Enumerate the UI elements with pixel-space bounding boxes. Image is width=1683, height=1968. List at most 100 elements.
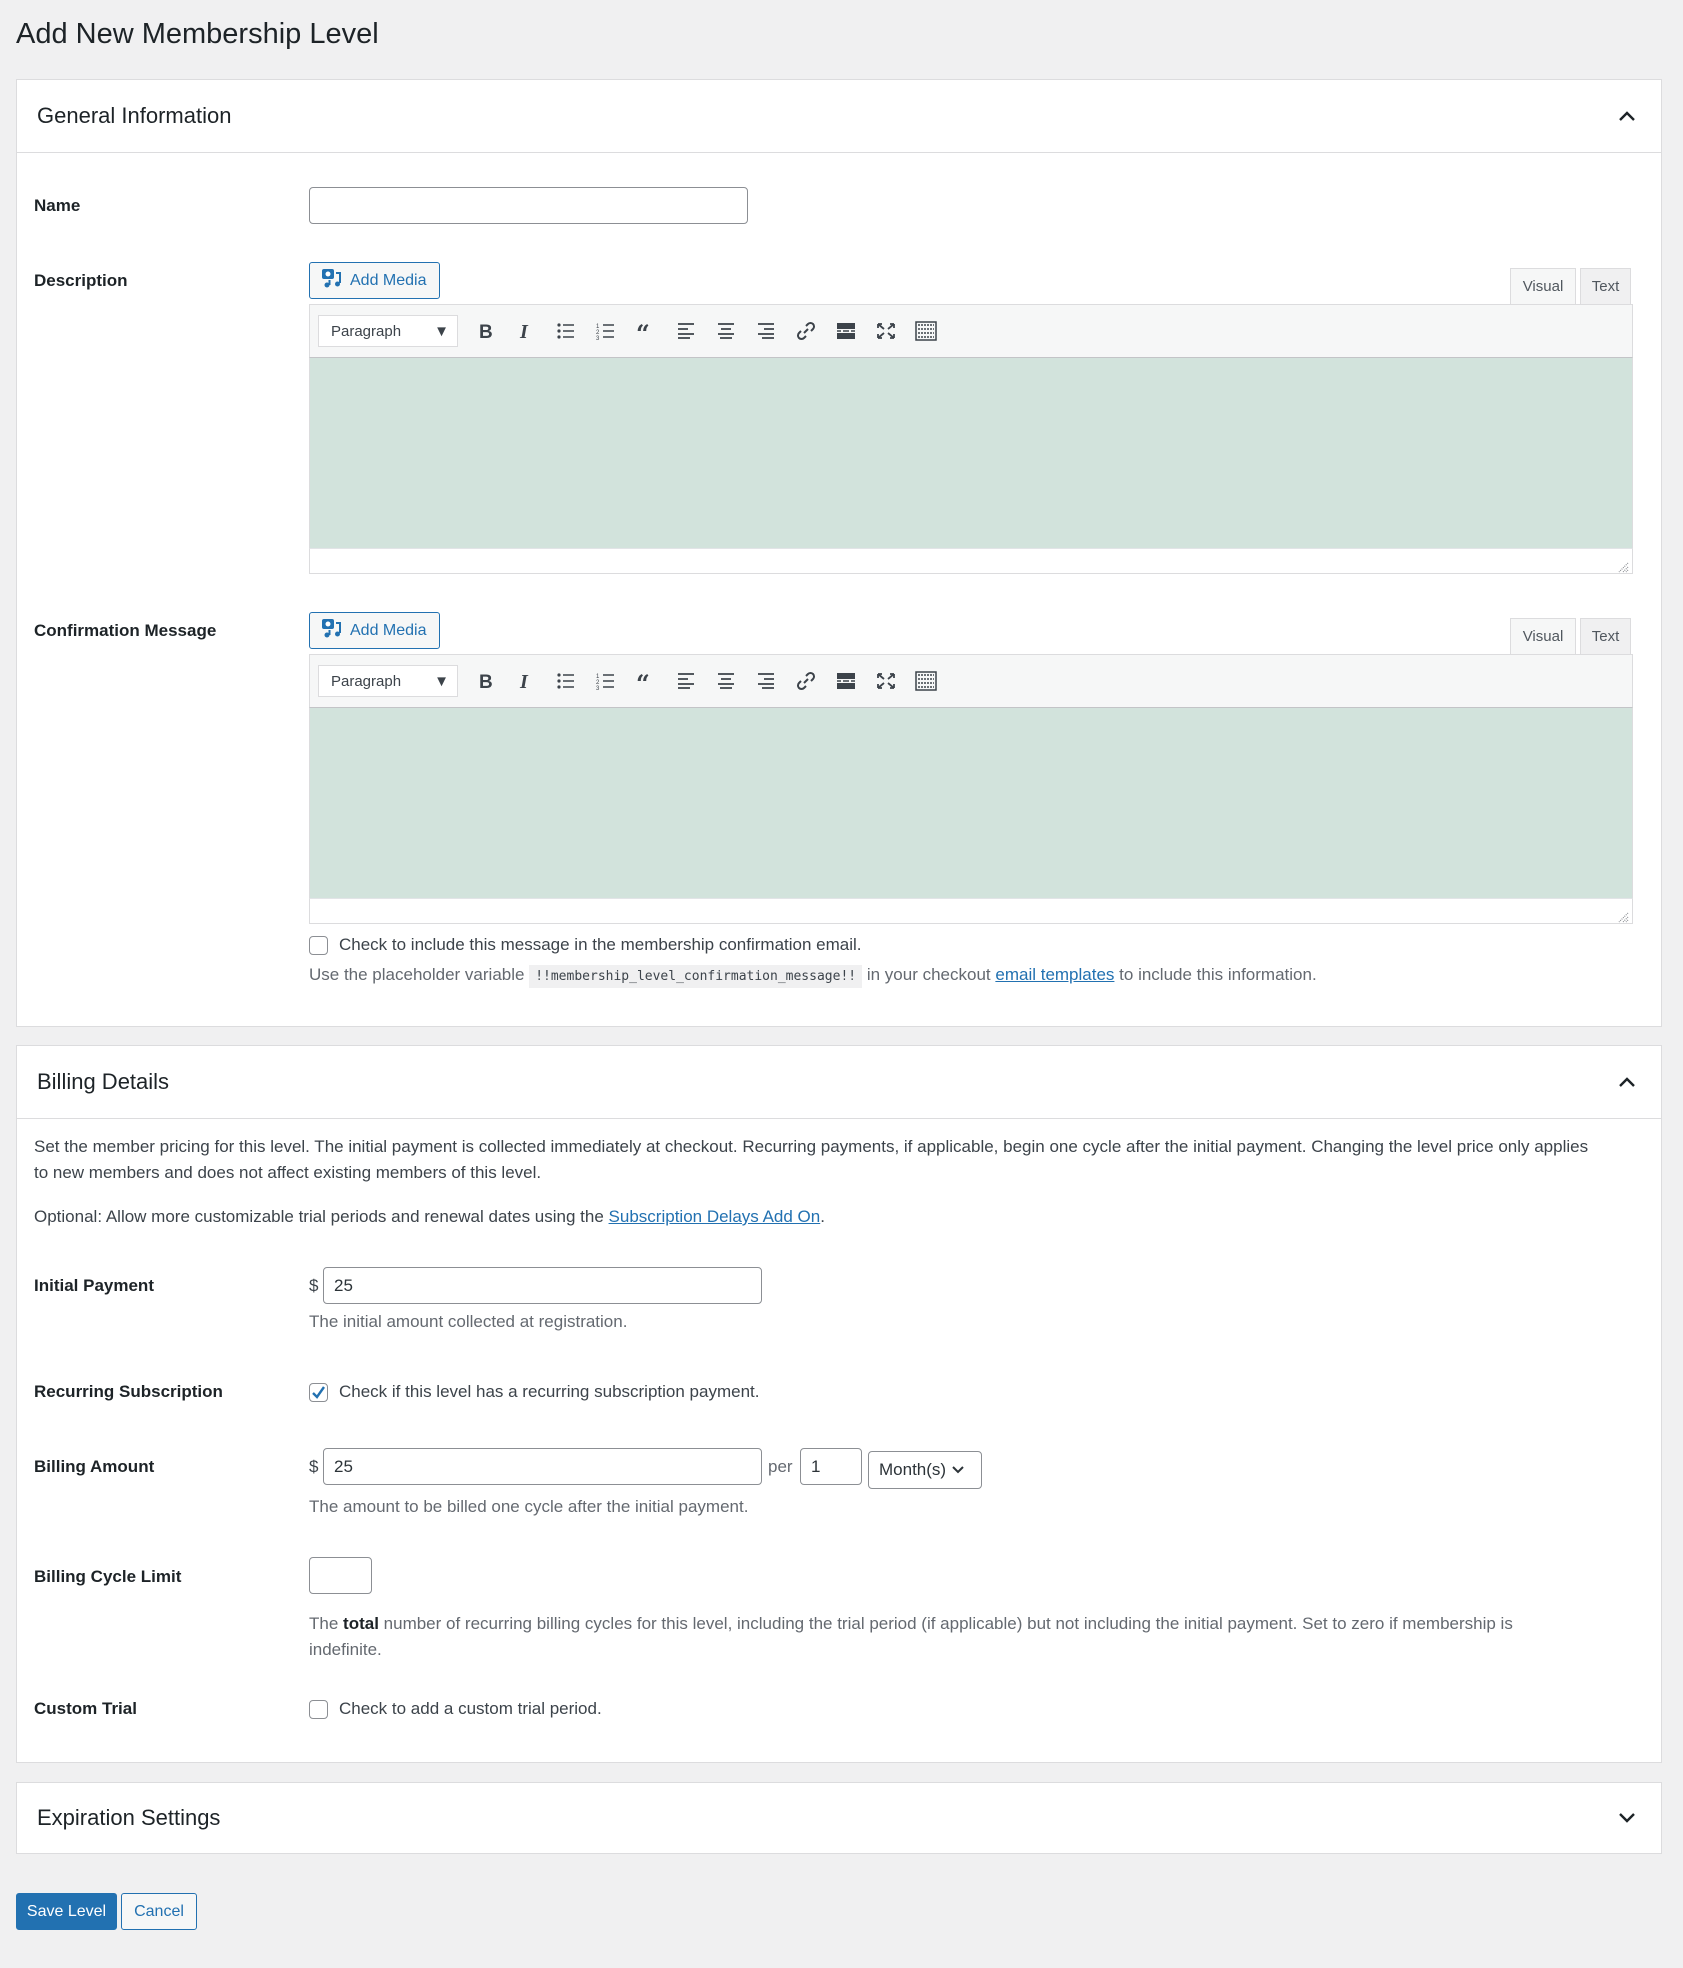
- billing-intro-line1: Set the member pricing for this level. T…: [34, 1137, 1589, 1156]
- format-select-value: Paragraph: [331, 322, 402, 340]
- svg-text:I: I: [519, 671, 529, 691]
- recurring-subscription-checkbox[interactable]: [309, 1383, 328, 1402]
- cycle-limit-desc-line2: indefinite.: [309, 1640, 382, 1659]
- placeholder-hint-middle: in your checkout: [866, 965, 991, 984]
- cancel-button[interactable]: Cancel: [121, 1893, 197, 1930]
- caret-down-icon: ▼: [434, 672, 449, 690]
- general-information-header[interactable]: General Information: [17, 80, 1661, 153]
- italic-icon[interactable]: I: [506, 314, 546, 348]
- general-information-panel: General Information Name Description Add…: [16, 79, 1662, 1027]
- initial-payment-label: Initial Payment: [34, 1276, 154, 1295]
- svg-text:B: B: [479, 322, 493, 341]
- billing-details-panel: Billing Details Set the member pricing f…: [16, 1045, 1662, 1763]
- general-information-title: General Information: [37, 103, 232, 128]
- billing-amount-description: The amount to be billed one cycle after …: [309, 1497, 749, 1516]
- bold-icon[interactable]: B: [466, 664, 506, 698]
- cycle-limit-desc-line1: number of recurring billing cycles for t…: [383, 1614, 1513, 1633]
- align-right-icon[interactable]: [746, 664, 786, 698]
- chevron-up-icon[interactable]: [1613, 102, 1641, 130]
- italic-icon[interactable]: I: [506, 664, 546, 698]
- billing-amount-input[interactable]: [323, 1448, 762, 1485]
- custom-trial-checkbox-label: Check to add a custom trial period.: [339, 1699, 602, 1718]
- chevron-down-icon: [952, 1466, 964, 1474]
- resize-handle-icon[interactable]: [1617, 558, 1629, 573]
- svg-text:“: “: [636, 322, 650, 340]
- cycle-number-input[interactable]: [800, 1448, 862, 1485]
- bulleted-list-icon[interactable]: [546, 664, 586, 698]
- billing-intro-line2: to new members and does not affect exist…: [34, 1163, 542, 1182]
- add-media-label: Add Media: [350, 271, 427, 289]
- optional-note-prefix: Optional: Allow more customizable trial …: [34, 1207, 604, 1226]
- expiration-settings-title: Expiration Settings: [37, 1805, 221, 1830]
- align-left-icon[interactable]: [666, 664, 706, 698]
- tab-text-confirmation[interactable]: Text: [1580, 618, 1631, 654]
- format-select[interactable]: Paragraph ▼: [318, 665, 458, 697]
- numbered-list-icon[interactable]: 123: [586, 314, 626, 348]
- description-editor[interactable]: [309, 358, 1633, 548]
- subscription-delays-link[interactable]: Subscription Delays Add On: [609, 1207, 821, 1226]
- optional-note-suffix: .: [820, 1207, 825, 1226]
- toolbar-toggle-icon[interactable]: [906, 314, 946, 348]
- placeholder-variable-code: !!membership_level_confirmation_message!…: [529, 965, 863, 988]
- confirmation-email-checkbox[interactable]: [309, 936, 328, 955]
- chevron-up-icon[interactable]: [1613, 1068, 1641, 1096]
- save-level-button[interactable]: Save Level: [16, 1893, 117, 1930]
- numbered-list-icon[interactable]: 123: [586, 664, 626, 698]
- link-icon[interactable]: [786, 664, 826, 698]
- expiration-settings-header[interactable]: Expiration Settings: [17, 1783, 1661, 1853]
- description-editor-status: [309, 548, 1633, 574]
- checkmark-icon: [312, 1386, 325, 1399]
- initial-payment-input[interactable]: [323, 1267, 762, 1304]
- email-templates-link[interactable]: email templates: [995, 965, 1114, 984]
- add-media-button-confirmation[interactable]: Add Media: [309, 612, 440, 649]
- caret-down-icon: ▼: [434, 322, 449, 340]
- link-icon[interactable]: [786, 314, 826, 348]
- description-toolbar: Paragraph ▼ B I 123 “: [309, 304, 1633, 358]
- billing-optional-note: Optional: Allow more customizable trial …: [34, 1207, 825, 1227]
- custom-trial-label: Custom Trial: [34, 1699, 137, 1718]
- blockquote-icon[interactable]: “: [626, 314, 666, 348]
- tab-visual[interactable]: Visual: [1510, 268, 1576, 304]
- svg-text:I: I: [519, 321, 529, 341]
- tab-visual-confirmation[interactable]: Visual: [1510, 618, 1576, 654]
- billing-details-header[interactable]: Billing Details: [17, 1046, 1661, 1119]
- align-center-icon[interactable]: [706, 664, 746, 698]
- placeholder-hint-prefix: Use the placeholder variable: [309, 965, 525, 984]
- page-title: Add New Membership Level: [16, 18, 379, 50]
- cycle-period-select[interactable]: Month(s): [868, 1451, 982, 1489]
- confirmation-toolbar: Paragraph ▼ B I 123 “: [309, 654, 1633, 708]
- svg-text:“: “: [636, 672, 650, 690]
- read-more-icon[interactable]: [826, 664, 866, 698]
- blockquote-icon[interactable]: “: [626, 664, 666, 698]
- media-icon: [321, 267, 343, 294]
- confirmation-editor-status: [309, 898, 1633, 924]
- align-left-icon[interactable]: [666, 314, 706, 348]
- billing-details-title: Billing Details: [37, 1069, 170, 1094]
- fullscreen-icon[interactable]: [866, 664, 906, 698]
- media-icon: [321, 617, 343, 644]
- description-label: Description: [34, 271, 128, 290]
- recurring-subscription-label: Recurring Subscription: [34, 1382, 223, 1401]
- chevron-down-icon[interactable]: [1613, 1804, 1641, 1832]
- align-right-icon[interactable]: [746, 314, 786, 348]
- confirmation-message-label: Confirmation Message: [34, 621, 217, 640]
- read-more-icon[interactable]: [826, 314, 866, 348]
- name-input[interactable]: [309, 187, 748, 224]
- format-select[interactable]: Paragraph ▼: [318, 315, 458, 347]
- custom-trial-checkbox[interactable]: [309, 1700, 328, 1719]
- fullscreen-icon[interactable]: [866, 314, 906, 348]
- bulleted-list-icon[interactable]: [546, 314, 586, 348]
- toolbar-toggle-icon[interactable]: [906, 664, 946, 698]
- svg-text:B: B: [479, 672, 493, 691]
- placeholder-hint: Use the placeholder variable !!membershi…: [309, 965, 1317, 988]
- add-media-button[interactable]: Add Media: [309, 262, 440, 299]
- billing-cycle-limit-description: The total number of recurring billing cy…: [309, 1611, 1629, 1663]
- align-center-icon[interactable]: [706, 314, 746, 348]
- bold-icon[interactable]: B: [466, 314, 506, 348]
- add-media-label: Add Media: [350, 621, 427, 639]
- expiration-settings-panel: Expiration Settings: [16, 1782, 1662, 1854]
- billing-cycle-limit-input[interactable]: [309, 1557, 372, 1594]
- confirmation-editor[interactable]: [309, 708, 1633, 898]
- resize-handle-icon[interactable]: [1617, 908, 1629, 923]
- tab-text[interactable]: Text: [1580, 268, 1631, 304]
